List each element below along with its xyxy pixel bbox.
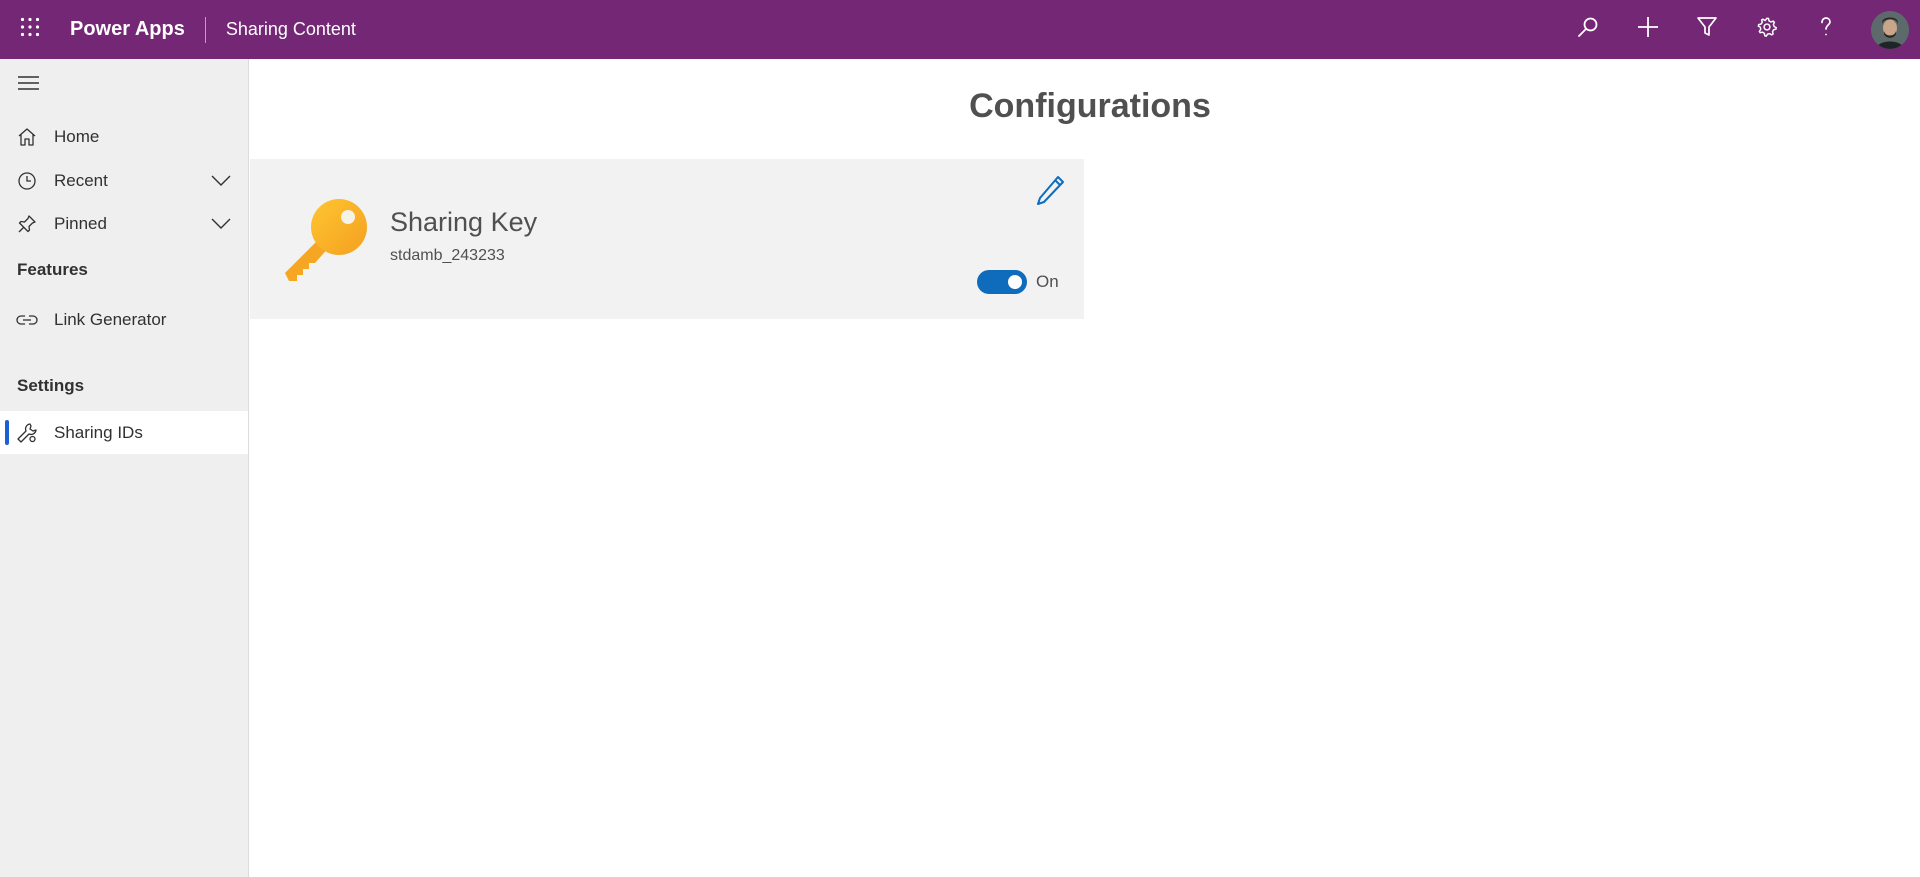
card-subtitle: stdamb_243233 — [390, 247, 505, 264]
settings-icon — [1756, 16, 1778, 43]
header-divider — [204, 16, 206, 43]
toggle-knob — [1008, 275, 1022, 289]
sidebar-item-link-generator[interactable]: Link Generator — [0, 298, 248, 341]
hamburger-icon — [17, 75, 39, 95]
waffle-icon — [20, 17, 40, 42]
avatar[interactable] — [1871, 10, 1909, 49]
clock-icon — [16, 170, 38, 192]
card-title: Sharing Key — [390, 207, 538, 237]
page-title: Configurations — [969, 87, 1211, 125]
home-icon — [16, 126, 38, 148]
features-section-title: Features — [17, 260, 88, 279]
add-icon — [1637, 16, 1659, 43]
chevron-down-icon[interactable] — [210, 214, 232, 234]
wrench-icon — [16, 422, 38, 444]
pencil-icon — [1036, 174, 1066, 211]
link-icon — [16, 309, 38, 331]
settings-button[interactable] — [1737, 0, 1797, 59]
main-content: Configurations Sharing Key stdamb_243233 — [249, 59, 1920, 877]
on-off-toggle[interactable] — [977, 270, 1027, 294]
top-actions — [1559, 0, 1920, 59]
edit-button[interactable] — [1034, 174, 1068, 210]
help-button[interactable] — [1797, 0, 1857, 59]
help-icon — [1815, 16, 1837, 43]
chevron-down-icon[interactable] — [210, 171, 232, 191]
toggle-label: On — [1036, 272, 1059, 291]
selected-indicator — [5, 420, 9, 445]
key-icon — [283, 195, 371, 283]
sidebar-item-sharing-ids[interactable]: Sharing IDs — [0, 411, 248, 454]
sidebar-item-pinned[interactable]: Pinned — [0, 202, 248, 245]
search-button[interactable] — [1559, 0, 1619, 59]
sidebar-item-label: Home — [54, 126, 100, 146]
sidebar-item-label: Pinned — [54, 213, 107, 233]
top-bar: Power Apps Sharing Content — [0, 0, 1920, 59]
configuration-card: Sharing Key stdamb_243233 On — [250, 159, 1084, 319]
sidebar-item-label: Recent — [54, 170, 108, 190]
settings-section-title: Settings — [17, 376, 85, 395]
sidebar-item-label: Link Generator — [54, 309, 167, 329]
sidebar-item-label: Sharing IDs — [54, 422, 143, 442]
app-name[interactable]: Power Apps — [70, 18, 185, 41]
new-button[interactable] — [1618, 0, 1678, 59]
filter-button[interactable] — [1678, 0, 1738, 59]
filter-icon — [1696, 16, 1718, 43]
pin-icon — [16, 213, 38, 235]
search-icon — [1577, 16, 1599, 43]
sidebar-item-recent[interactable]: Recent — [0, 159, 248, 202]
app-title: Sharing Content — [225, 19, 356, 39]
sidebar-item-home[interactable]: Home — [0, 115, 248, 158]
app-launcher-button[interactable] — [0, 0, 59, 59]
left-navigation: Home Recent Pinned Features Link Generat… — [0, 59, 249, 877]
collapse-nav-button[interactable] — [16, 73, 40, 97]
